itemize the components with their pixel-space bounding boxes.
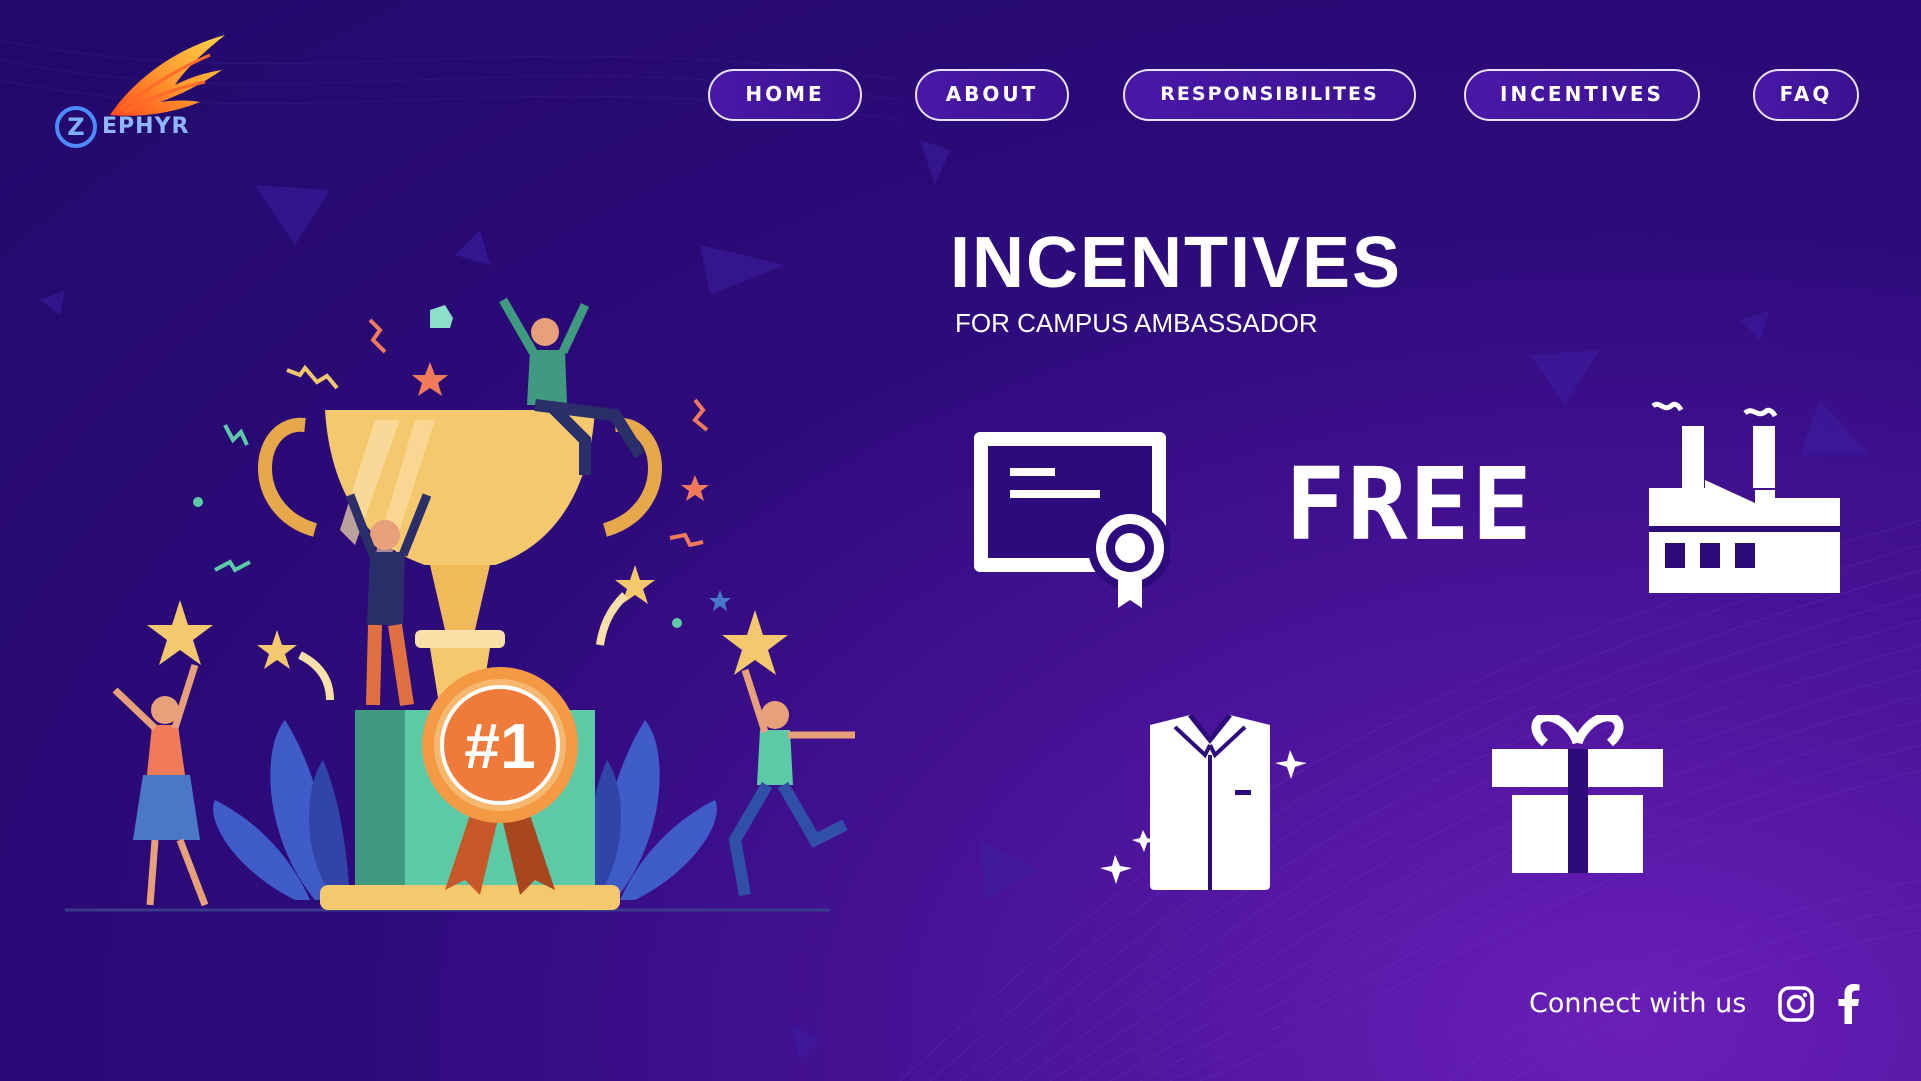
trophy-celebration-illustration: #1 xyxy=(65,297,855,912)
connect-text: Connect with us xyxy=(1529,988,1747,1019)
medal-rank-text: #1 xyxy=(464,710,535,782)
nav-faq-button[interactable]: FAQ xyxy=(1753,69,1859,121)
page-subtitle: FOR CAMPUS AMBASSADOR xyxy=(955,308,1318,338)
facebook-icon[interactable] xyxy=(1838,984,1860,1024)
main-nav: HOME ABOUT RESPONSIBILITES INCENTIVES FA… xyxy=(0,69,1921,121)
shirt-icon xyxy=(1100,715,1307,890)
nav-about-button[interactable]: ABOUT xyxy=(915,69,1069,121)
certificate-icon xyxy=(974,432,1170,608)
nav-home-button[interactable]: HOME xyxy=(708,69,862,121)
nav-incentives-button[interactable]: INCENTIVES xyxy=(1464,69,1700,121)
nav-responsibilities-button[interactable]: RESPONSIBILITES xyxy=(1123,69,1416,121)
gift-icon xyxy=(1492,715,1663,873)
page-title: INCENTIVES xyxy=(950,223,1403,303)
free-icon: FREE xyxy=(1285,446,1534,563)
factory-icon xyxy=(1649,401,1840,593)
instagram-icon[interactable] xyxy=(1778,986,1814,1022)
